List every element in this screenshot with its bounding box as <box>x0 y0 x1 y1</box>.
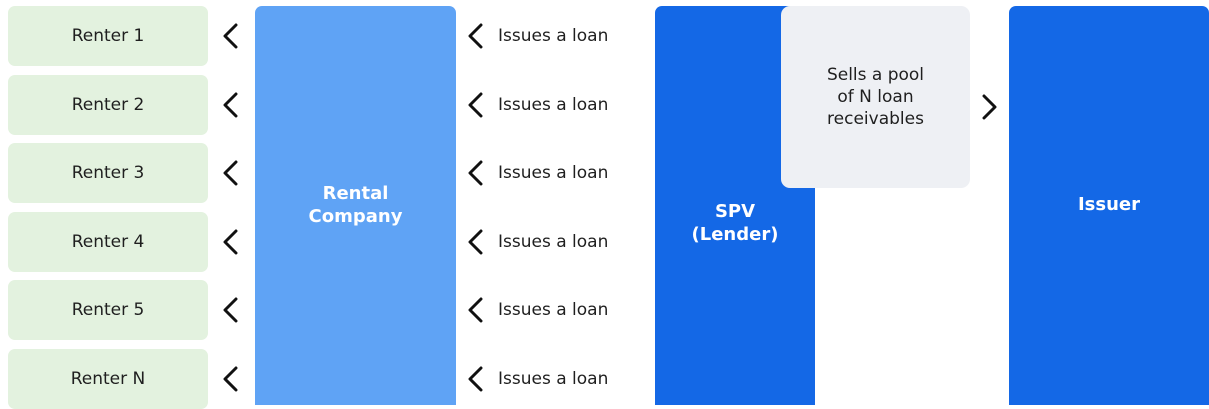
loan-flow-3: Issues a loan <box>466 153 608 193</box>
spv-label-line2: (Lender) <box>691 223 779 245</box>
chevron-left-icon <box>466 297 484 323</box>
chevron-left-icon <box>221 366 239 392</box>
chevron-left-icon <box>221 23 239 49</box>
renter-label: Renter 2 <box>71 95 145 115</box>
sale-note-line1: Sells a pool <box>826 64 925 85</box>
sale-note-box: Sells a pool of N loan receivables <box>781 6 970 188</box>
loan-label: Issues a loan <box>498 26 609 46</box>
renter-box-2: Renter 2 <box>8 75 208 135</box>
chevron-left-icon <box>466 229 484 255</box>
chevron-left-icon <box>221 297 239 323</box>
issuer-box: Issuer <box>1009 6 1209 405</box>
loan-label: Issues a loan <box>498 232 609 252</box>
loan-label: Issues a loan <box>498 95 609 115</box>
spv-label-line1: SPV <box>714 201 756 222</box>
renter-box-5: Renter 5 <box>8 280 208 340</box>
renter-label: Renter 1 <box>71 26 145 46</box>
chevron-left-icon <box>466 160 484 186</box>
loan-flow-5: Issues a loan <box>466 290 608 330</box>
chevron-left-icon <box>466 366 484 392</box>
loan-flow-n: Issues a loan <box>466 359 608 399</box>
renter-box-4: Renter 4 <box>8 212 208 272</box>
renter-box-3: Renter 3 <box>8 143 208 203</box>
chevron-left-icon <box>466 92 484 118</box>
sale-note-line2: of N loan <box>837 86 914 107</box>
chevron-left-icon <box>221 229 239 255</box>
rental-company-box: Rental Company <box>255 6 456 405</box>
chevron-left-icon <box>221 160 239 186</box>
loan-label: Issues a loan <box>498 300 609 320</box>
loan-flow-1: Issues a loan <box>466 16 608 56</box>
rental-company-label-line2: Company <box>308 205 403 227</box>
loan-flow-4: Issues a loan <box>466 222 608 262</box>
renter-box-1: Renter 1 <box>8 6 208 66</box>
rental-company-label-line1: Rental <box>322 183 389 204</box>
sale-note-line3: receivables <box>827 109 924 130</box>
renter-label: Renter N <box>70 369 146 389</box>
renter-label: Renter 3 <box>71 163 145 183</box>
issuer-label: Issuer <box>1077 194 1141 216</box>
chevron-left-icon <box>221 92 239 118</box>
renter-label: Renter 5 <box>71 300 145 320</box>
loan-label: Issues a loan <box>498 163 609 183</box>
renter-box-n: Renter N <box>8 349 208 409</box>
chevron-left-icon <box>466 23 484 49</box>
renter-label: Renter 4 <box>71 232 145 252</box>
chevron-right-icon <box>981 94 999 120</box>
loan-flow-2: Issues a loan <box>466 85 608 125</box>
loan-label: Issues a loan <box>498 369 609 389</box>
